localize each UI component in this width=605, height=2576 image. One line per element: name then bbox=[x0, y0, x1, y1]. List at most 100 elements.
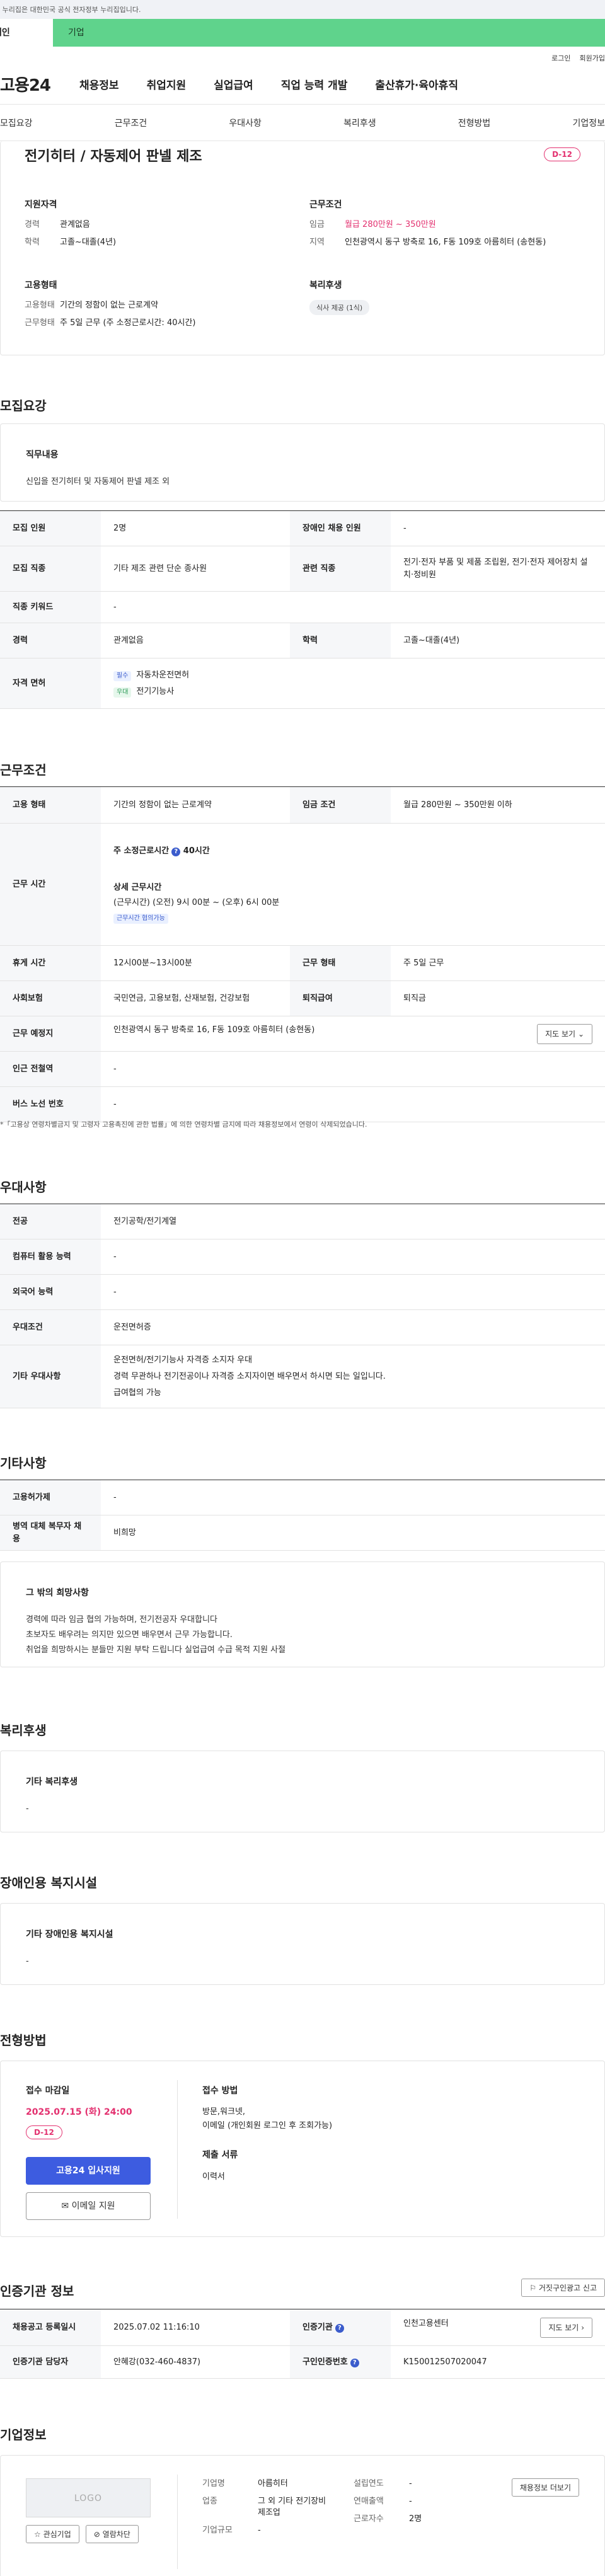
deadline-date: 2025.07.15 (화) 24:00 bbox=[26, 2107, 132, 2117]
apply-button[interactable]: 고용24 입사지원 bbox=[26, 2157, 151, 2185]
star-icon: ☆ bbox=[34, 2530, 41, 2539]
login-link[interactable]: 로그인 bbox=[551, 53, 570, 64]
other-table: 고용허가제 - 병역 대체 복무자 채용 비희망 bbox=[0, 1480, 605, 1551]
table-row: 휴게 시간 12시00분~13시00분 근무 형태 주 5일 근무 bbox=[0, 945, 605, 981]
table-row: 근무 시간 주 소정근로시간? 40시간 상세 근무시간 (근무시간) (오전)… bbox=[0, 823, 605, 946]
cert-map-button[interactable]: 지도 보기 › bbox=[540, 2317, 592, 2338]
gov-banner-text: 이 누리집은 대한민국 공식 전자정부 누리집입니다. bbox=[0, 6, 141, 14]
table-row: 우대조건 운전면허증 bbox=[0, 1309, 605, 1345]
tab-person[interactable]: 개인 bbox=[0, 19, 53, 47]
subnav-recruit[interactable]: 모집요강 bbox=[0, 117, 33, 129]
table-row: 고용 형태 기간의 정함이 없는 근로계약 임금 조건 월급 280만원 ~ 3… bbox=[0, 786, 605, 824]
condition-table: 고용 형태 기간의 정함이 없는 근로계약 임금 조건 월급 280만원 ~ 3… bbox=[0, 786, 605, 1122]
gnb-menu-jobs[interactable]: 채용정보 bbox=[79, 76, 119, 92]
user-type-tabs: 개인 기업 bbox=[0, 19, 605, 47]
mail-icon: ✉ bbox=[61, 2201, 69, 2211]
tag-preferred: 우대 bbox=[113, 687, 132, 698]
divider bbox=[177, 2475, 178, 2569]
hours-negotiable-badge: 근무시간 협의가능 bbox=[113, 913, 168, 924]
section-title-selection: 전형방법 bbox=[0, 2033, 47, 2048]
subnav-prefer[interactable]: 우대사항 bbox=[229, 117, 262, 129]
table-row: 인근 전철역 - bbox=[0, 1051, 605, 1087]
site-logo[interactable]: 고용24 bbox=[0, 72, 74, 96]
recruit-table: 모집 인원 2명 장애인 채용 인원 - 모집 직종 기타 제조 관련 단순 종… bbox=[0, 510, 605, 709]
table-row: 버스 노선 번호 - bbox=[0, 1086, 605, 1122]
info-icon[interactable]: ? bbox=[350, 2358, 359, 2367]
join-link[interactable]: 회원가입 bbox=[580, 53, 605, 64]
table-row: 모집 직종 기타 제조 관련 단순 종사원 관련 직종 전기·전자 부품 및 제… bbox=[0, 546, 605, 592]
table-row: 인증기관 담당자 안혜강(032-460-4837) 구인인증번호? K1500… bbox=[0, 2345, 605, 2379]
gnb-menu-leave[interactable]: 출산휴가·육아휴직 bbox=[375, 76, 458, 92]
false-ad-report-button[interactable]: ⚐ 거짓구인광고 신고 bbox=[521, 2279, 605, 2297]
gnb-menu-benefit[interactable]: 실업급여 bbox=[214, 76, 253, 92]
divider bbox=[177, 2080, 178, 2219]
block-company-button[interactable]: ⊘ 열람차단 bbox=[85, 2525, 139, 2543]
table-row: 자격 면허 필수 자동차운전면허 우대 전기기능사 bbox=[0, 658, 605, 709]
employment-type-block: 고용형태 고용형태 기간의 정함이 없는 근로계약 근무형태 주 5일 근무 (주 … bbox=[25, 280, 196, 328]
welfare-summary-block: 복리후생 식사 제공 (1식) bbox=[309, 279, 562, 315]
disabled-box: 기타 장애인용 복지시설 - bbox=[0, 1903, 605, 1985]
section-title-prefer: 우대사항 bbox=[0, 1180, 47, 1195]
info-icon[interactable]: ? bbox=[171, 847, 181, 856]
age-discrimination-note: *「고용상 연령차별금지 및 고령자 고용촉진에 관한 법률」에 의한 연령차별… bbox=[0, 1120, 367, 1129]
company-logo: LOGO bbox=[26, 2478, 151, 2517]
flag-icon: ⚐ bbox=[529, 2284, 537, 2292]
selection-card: 접수 마감일 2025.07.15 (화) 24:00 D-12 고용24 입사… bbox=[0, 2061, 605, 2237]
dday-badge: D-12 bbox=[26, 2125, 62, 2139]
gnb-menu-training[interactable]: 직업 능력 개발 bbox=[281, 76, 348, 92]
section-title-company: 기업정보 bbox=[0, 2427, 47, 2442]
qualification-block: 지원자격 경력 관계없음 학력 고졸~대졸(4년) bbox=[25, 200, 117, 247]
page-root: 이 누리집은 대한민국 공식 전자정부 누리집입니다. 개인 기업 로그인 회원… bbox=[0, 0, 605, 2576]
table-row: 병역 대체 복무자 채용 비희망 bbox=[0, 1515, 605, 1551]
table-row: 외국어 능력 - bbox=[0, 1274, 605, 1310]
job-title: 전기히터 / 자동제어 판넬 제조 bbox=[25, 149, 202, 164]
section-title-condition: 근무조건 bbox=[0, 762, 47, 778]
util-links: 로그인 회원가입 bbox=[0, 47, 605, 64]
deadline-block: 접수 마감일 2025.07.15 (화) 24:00 D-12 고용24 입사… bbox=[26, 2084, 151, 2220]
table-row: 고용허가제 - bbox=[0, 1480, 605, 1515]
favorite-company-button[interactable]: ☆ 관심기업 bbox=[26, 2525, 79, 2543]
table-row: 기타 우대사항 운전면허/전기기능사 자격증 소지자 우대 경력 무관하나 전기… bbox=[0, 1345, 605, 1408]
dday-badge: D-12 bbox=[544, 147, 580, 161]
info-icon[interactable]: ? bbox=[335, 2323, 344, 2333]
method-block: 접수 방법 방문,워크넷, 이메일 (개인회원 로그인 후 조회가능) 제출 서… bbox=[202, 2086, 333, 2182]
global-nav: 고용24 채용정보 취업지원 실업급여 직업 능력 개발 출산휴가·육아휴직 bbox=[0, 64, 605, 105]
work-condition-block: 근무조건 임금 월급 280만원 ~ 350만원 지역 인천광역시 동구 방축로 1… bbox=[309, 200, 546, 247]
cert-table: 채용공고 등록일시 2025.07.02 11:16:10 인증기관? 인천고용… bbox=[0, 2309, 605, 2379]
table-row: 채용공고 등록일시 2025.07.02 11:16:10 인증기관? 인천고용… bbox=[0, 2309, 605, 2346]
map-view-button[interactable]: 지도 보기 ⌄ bbox=[537, 1023, 592, 1044]
subnav-condition[interactable]: 근무조건 bbox=[115, 117, 147, 129]
company-jobs-more-button[interactable]: 채용정보 더보기 bbox=[511, 2478, 579, 2497]
company-card: LOGO ☆ 관심기업 ⊘ 열람차단 기업명 아름히터 업종 그 외 기타 전기장비… bbox=[0, 2455, 605, 2576]
gnb-menu-support[interactable]: 취업지원 bbox=[147, 76, 187, 92]
company-info-right: 설립연도 - 연매출액 - 근로자수 2명 bbox=[354, 2479, 422, 2524]
section-title-other: 기타사항 bbox=[0, 1456, 47, 1471]
section-title-welfare: 복리후생 bbox=[0, 1723, 47, 1738]
company-info-left: 기업명 아름히터 업종 그 외 기타 전기장비 제조업 기업규모 - bbox=[202, 2479, 326, 2535]
block-icon: ⊘ bbox=[93, 2530, 100, 2539]
section-title-disabled: 장애인용 복지시설 bbox=[0, 1875, 98, 1890]
table-row: 전공 전기공학/전기계열 bbox=[0, 1204, 605, 1239]
chevron-down-icon: ⌄ bbox=[577, 1029, 584, 1038]
table-row: 경력 관계없음 학력 고졸~대졸(4년) bbox=[0, 623, 605, 658]
subnav-selection[interactable]: 전형방법 bbox=[458, 117, 491, 129]
job-summary-card: 전기히터 / 자동제어 판넬 제조 D-12 지원자격 경력 관계없음 학력 고졸~… bbox=[0, 141, 605, 355]
tag-required: 필수 bbox=[113, 670, 132, 681]
table-row: 사회보험 국민연금, 고용보험, 산재보험, 건강보험 퇴직급여 퇴직금 bbox=[0, 980, 605, 1016]
hope-box: 그 밖의 희망사항 경력에 따라 임금 협의 가능하며, 전기전공자 우대합니다… bbox=[0, 1561, 605, 1667]
table-row: 컴퓨터 활용 능력 - bbox=[0, 1239, 605, 1275]
subnav-welfare[interactable]: 복리후생 bbox=[343, 117, 376, 129]
chevron-right-icon: › bbox=[581, 2323, 584, 2332]
welfare-pill: 식사 제공 (1식) bbox=[309, 300, 370, 315]
welfare-box: 기타 복리후생 - bbox=[0, 1751, 605, 1832]
section-title-recruit: 모집요강 bbox=[0, 398, 47, 413]
duty-box: 직무내용 신입을 전기히터 및 자동제어 판넬 제조 외 bbox=[0, 423, 605, 502]
subnav-company[interactable]: 기업정보 bbox=[572, 117, 605, 129]
table-row: 직종 키워드 - bbox=[0, 591, 605, 623]
email-apply-button[interactable]: ✉ 이메일 지원 bbox=[26, 2192, 151, 2220]
section-title-cert: 인증기관 정보 bbox=[0, 2284, 74, 2299]
tab-corp[interactable]: 기업 bbox=[53, 19, 605, 47]
table-row: 근무 예정지 인천광역시 동구 방축로 16, F동 109호 아름히터 (송현… bbox=[0, 1016, 605, 1052]
gov-banner: 이 누리집은 대한민국 공식 전자정부 누리집입니다. bbox=[0, 0, 605, 19]
section-subnav: 모집요강 근무조건 우대사항 복리후생 전형방법 기업정보 bbox=[0, 105, 605, 141]
